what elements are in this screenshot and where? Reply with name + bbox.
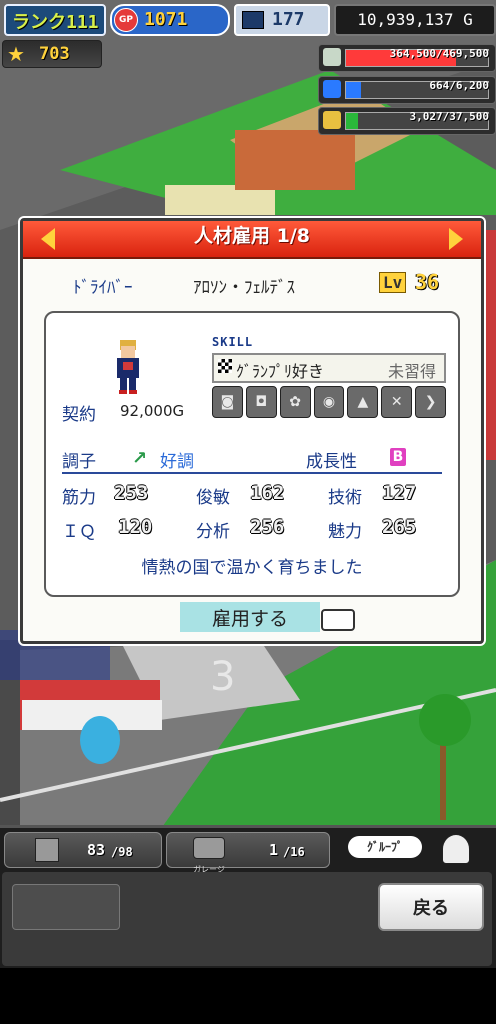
stat-value: 120 xyxy=(118,516,153,538)
skill-slot-icon[interactable]: ◘ xyxy=(245,386,277,418)
dialog-title: 人材雇用 1/8 xyxy=(194,225,310,247)
growth-grade: B xyxy=(390,448,406,466)
divider xyxy=(62,472,442,474)
people-tab[interactable]: 83 /98 xyxy=(4,832,162,868)
skill-slot-icon[interactable]: ▲ xyxy=(347,386,379,418)
computer-icon xyxy=(242,11,264,29)
star-icon: ★ xyxy=(7,42,25,66)
garage-max: /16 xyxy=(283,845,305,859)
back-button[interactable]: 戻る xyxy=(378,883,484,931)
driver-avatar xyxy=(117,340,139,394)
stat-label: ＩＱ xyxy=(62,522,96,542)
stat-value: 253 xyxy=(114,482,149,504)
rank-label: ランク111 xyxy=(12,12,99,33)
skill-label: SKILL xyxy=(212,335,254,349)
car-icon xyxy=(193,837,225,859)
resource-oil: 664/6,200 xyxy=(318,76,496,104)
resource-wheat: 3,027/37,500 xyxy=(318,107,496,135)
bottom-bar: 83 /98 ガレージ 1 /16 ｸﾞﾙｰﾌﾟ 戻る xyxy=(0,825,496,968)
job-type: ﾄﾞﾗｲﾊﾞｰ xyxy=(73,278,133,298)
stat-value: 127 xyxy=(382,482,417,504)
resource-text: 3,027/37,500 xyxy=(409,110,489,123)
people-count: 83 xyxy=(87,841,106,859)
gp-icon: GP xyxy=(114,8,138,32)
resource-text: 364,500/469,500 xyxy=(389,47,489,60)
stat-label: 筋力 xyxy=(62,488,96,508)
stat-label: 魅力 xyxy=(328,522,362,542)
skill-slot-icon[interactable]: ◉ xyxy=(313,386,345,418)
condition-label: 調子 xyxy=(62,452,96,472)
oil-can-icon xyxy=(323,80,341,98)
condition-value: 好調 xyxy=(160,452,194,472)
garage-count: 1 xyxy=(269,841,279,859)
dialog-header: 人材雇用 1/8 xyxy=(23,221,481,259)
skill-icon-row: ◙ ◘ ✿ ◉ ▲ ✕ ❯ xyxy=(212,386,447,418)
people-max: /98 xyxy=(111,845,133,859)
skill-slot-icon[interactable]: ✿ xyxy=(279,386,311,418)
next-arrow-icon[interactable] xyxy=(449,228,463,250)
stat-value: 265 xyxy=(382,516,417,538)
stat-value: 256 xyxy=(250,516,285,538)
candidate-card: 契約 92,000G SKILL ｸﾞﾗﾝﾌﾟﾘ好き 未習得 ◙ ◘ ✿ ◉ ▲… xyxy=(44,311,460,597)
empty-slot xyxy=(12,884,120,930)
level-label: Lv xyxy=(379,272,407,293)
group-button[interactable]: ｸﾞﾙｰﾌﾟ xyxy=(348,836,422,858)
person-icon xyxy=(442,834,470,864)
candidate-name: ｱﾛｿﾝ・ﾌｪﾙﾃﾞｽ xyxy=(193,278,295,298)
pointing-hand-icon xyxy=(321,609,355,631)
star-display: ★ 703 xyxy=(2,40,102,68)
level-value: 36 xyxy=(415,270,440,294)
rank-display: ランク111 xyxy=(4,4,106,36)
resource-fuel: 364,500/469,500 xyxy=(318,44,496,72)
skill-slot-icon[interactable]: ❯ xyxy=(415,386,447,418)
skill-slot-icon[interactable]: ◙ xyxy=(212,386,243,418)
gp-value: 1071 xyxy=(144,9,188,30)
star-value: 703 xyxy=(39,44,70,64)
trend-up-arrow-icon: ↗ xyxy=(132,448,148,469)
stat-label: 俊敏 xyxy=(196,488,230,508)
stat-label: 技術 xyxy=(328,488,362,508)
wheat-icon xyxy=(323,111,341,129)
stat-label: 分析 xyxy=(196,522,230,542)
contract-label: 契約 xyxy=(62,405,96,425)
skill-box[interactable]: ｸﾞﾗﾝﾌﾟﾘ好き 未習得 xyxy=(212,353,446,383)
pc-value: 177 xyxy=(272,9,305,30)
skill-name: ｸﾞﾗﾝﾌﾟﾘ好き xyxy=(236,362,325,381)
fuel-barrel-icon xyxy=(323,48,341,66)
skill-status: 未習得 xyxy=(387,362,436,381)
growth-label: 成長性 xyxy=(306,452,357,472)
money-display: 10,939,137 G xyxy=(334,4,496,36)
stat-value: 162 xyxy=(250,482,285,504)
hire-dialog: 人材雇用 1/8 ﾄﾞﾗｲﾊﾞｰ ｱﾛｿﾝ・ﾌｪﾙﾃﾞｽ Lv 36 契約 92… xyxy=(20,218,484,644)
box-icon xyxy=(35,838,59,862)
gp-display[interactable]: GP 1071 xyxy=(110,4,230,36)
skill-slot-icon[interactable]: ✕ xyxy=(381,386,413,418)
resource-fill xyxy=(346,82,362,98)
candidate-description: 情熱の国で温かく育ちました xyxy=(141,558,363,578)
resource-text: 664/6,200 xyxy=(429,79,489,92)
garage-tab[interactable]: ガレージ 1 /16 xyxy=(166,832,330,874)
resource-fill xyxy=(346,113,358,129)
svg-text:3: 3 xyxy=(210,654,235,700)
hire-button[interactable]: 雇用する xyxy=(180,602,320,632)
checkered-flag-icon xyxy=(218,359,232,373)
pc-display[interactable]: 177 xyxy=(234,4,330,36)
contract-value: 92,000G xyxy=(120,402,185,420)
